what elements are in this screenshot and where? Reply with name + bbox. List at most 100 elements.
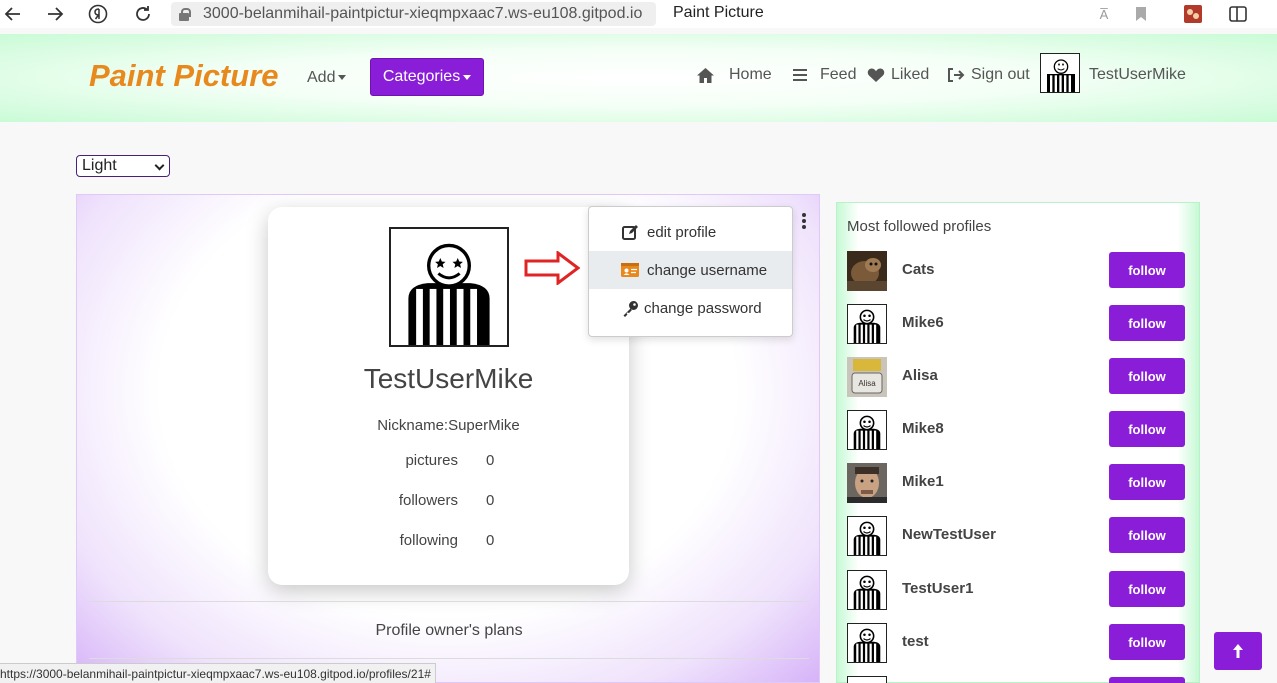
avatar[interactable] [847,251,887,291]
menu-change-password[interactable]: change password [589,289,792,327]
nav-feed-label: Feed [820,66,857,83]
menu-change-username[interactable]: change username [589,251,792,289]
key-icon [620,298,640,318]
man-photo-icon [847,463,887,503]
follow-button[interactable]: follow [1109,252,1185,288]
referee-avatar-icon [853,628,881,662]
profile-name[interactable]: Alisa [902,367,938,384]
profile-name[interactable]: TestUser1 [902,580,973,597]
follow-button[interactable]: follow [1109,411,1185,447]
referee-avatar-icon [853,309,881,343]
menu-item-label: change password [644,299,762,317]
site-navbar: Paint Picture Add Categories Home Feed L… [0,34,1277,122]
cat-photo-icon [847,251,887,291]
categories-dropdown[interactable]: Categories [370,58,484,96]
referee-avatar-icon [853,415,881,449]
profile-name[interactable]: Cats [902,261,935,278]
list-item: Cats follow [847,250,1187,292]
list-item: NewTestUser follow [847,515,1187,557]
referee-avatar-icon [1047,59,1075,92]
follow-button[interactable]: follow [1109,305,1185,341]
browser-toolbar: 3000-belanmihail-paintpictur-xieqmpxaac7… [0,0,1277,28]
categories-label: Categories [382,68,461,85]
profile-name[interactable]: Mike1 [902,473,944,490]
forward-arrow-icon[interactable] [44,3,66,25]
stat-label: pictures [405,452,458,469]
heart-icon [866,65,886,85]
nav-username[interactable]: TestUserMike [1089,66,1186,84]
profile-name[interactable]: test [902,633,929,650]
avatar[interactable] [847,570,887,610]
extension-icon[interactable] [1182,3,1204,25]
theme-select[interactable]: Light [76,155,170,177]
scroll-to-top-button[interactable] [1214,632,1262,670]
address-bar-url: 3000-belanmihail-paintpictur-xieqmpxaac7… [203,5,643,22]
referee-avatar-icon [853,575,881,609]
divider [89,601,809,602]
most-followed-panel: Most followed profiles Cats follow Mike6… [836,202,1200,683]
stat-value: 0 [486,532,495,549]
profile-name: TestUserMike [363,363,534,394]
avatar[interactable] [847,516,887,556]
avatar[interactable] [847,463,887,503]
bars-icon [790,65,810,85]
follow-button[interactable]: follow [1109,358,1185,394]
kebab-menu-icon[interactable] [801,213,807,231]
avatar[interactable] [847,304,887,344]
bookmark-icon[interactable] [1130,3,1152,25]
arrow-up-icon [1233,644,1243,658]
edit-icon [620,222,640,242]
avatar[interactable] [847,676,887,683]
profile-name[interactable]: NewTestUser [902,526,996,543]
avatar[interactable] [847,410,887,450]
nav-home[interactable]: Home [695,65,772,85]
nav-liked-label: Liked [891,66,930,83]
follow-button[interactable]: follow [1109,517,1185,553]
follow-button[interactable] [1109,677,1185,683]
nav-home-label: Home [729,66,772,83]
list-item [847,675,1187,683]
profile-options-menu: edit profile change username change pass… [588,206,793,337]
reload-icon[interactable] [132,3,154,25]
follow-button[interactable]: follow [1109,464,1185,500]
avatar[interactable] [847,623,887,663]
caret-down-icon [338,75,347,81]
referee-avatar-icon [408,243,490,345]
stat-label: following [399,532,458,549]
profile-plans-heading: Profile owner's plans [375,622,523,639]
menu-item-label: edit profile [647,223,717,241]
nav-avatar[interactable] [1040,53,1080,93]
profile-name[interactable]: Mike6 [902,314,944,331]
svg-text:Alisa: Alisa [858,379,876,388]
referee-avatar-icon [853,521,881,555]
follow-button[interactable]: follow [1109,624,1185,660]
nav-liked[interactable]: Liked [866,65,929,85]
add-label: Add [307,69,336,86]
add-dropdown[interactable]: Add [307,69,347,87]
alisa-photo-icon: Alisa [847,357,887,397]
stat-value: 0 [486,492,495,509]
address-bar[interactable]: 3000-belanmihail-paintpictur-xieqmpxaac7… [171,2,656,26]
brand-logo[interactable]: Paint Picture [89,58,279,94]
status-bar-link: https://3000-belanmihail-paintpictur-xie… [0,663,436,683]
chevron-down-icon [154,160,165,171]
sign-out-icon [946,65,966,85]
yandex-icon[interactable] [87,3,109,25]
list-item: test follow [847,622,1187,664]
nav-feed[interactable]: Feed [790,65,856,85]
avatar[interactable]: Alisa [847,357,887,397]
theme-select-value: Light [82,157,117,174]
translate-icon[interactable]: A̅ [1093,3,1115,25]
tab-title: Paint Picture [673,4,764,21]
follow-button[interactable]: follow [1109,571,1185,607]
profile-name[interactable]: Mike8 [902,420,944,437]
menu-edit-profile[interactable]: edit profile [589,213,792,251]
list-item: Alisa Alisa follow [847,356,1187,398]
menu-item-label: change username [647,261,768,279]
nav-signout[interactable]: Sign out [946,65,1030,85]
sidebar-panel-icon[interactable] [1227,3,1249,25]
caret-down-icon [463,74,472,80]
list-item: Mike1 follow [847,462,1187,504]
back-arrow-icon[interactable] [2,3,24,25]
id-card-icon [620,260,640,280]
